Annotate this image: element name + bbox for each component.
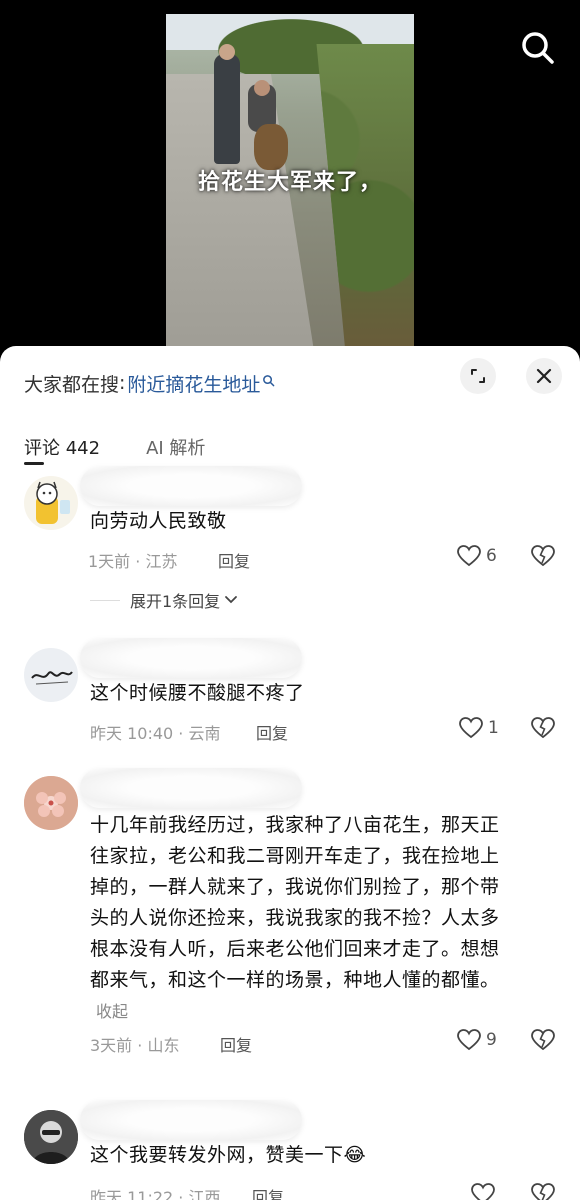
video-caption: 拾花生大军来了， <box>197 170 382 195</box>
trending-search-label: 大家都在搜 <box>24 373 120 396</box>
comment-text: 这个我要转发外网，赞美一下😂 <box>90 1140 560 1171</box>
comment-meta: 1天前 · 江苏 <box>88 552 178 571</box>
broken-heart-icon <box>531 717 555 739</box>
heart-icon <box>459 717 483 739</box>
comment-text-line: 往家拉，老公和我二哥刚开车走了，我在捡地上 <box>90 845 500 867</box>
trending-search-term[interactable]: 附近摘花生地址 <box>127 370 260 397</box>
video-frame[interactable]: 拾花生大军来了， <box>166 14 414 350</box>
comment-text-line: 头的人说你还捡来，我说我家的我不捡？人太多 <box>90 907 500 929</box>
comment-text: 向劳动人民致敬 <box>90 510 227 532</box>
comment-sheet: 大家都在搜 : 附近摘花生地址 评论 442 AI 解析 向劳动人民致敬 1天前… <box>0 346 580 1200</box>
comment-item: 十几年前我经历过，我家种了八亩花生，那天正 往家拉，老公和我二哥刚开车走了，我在… <box>0 768 580 1074</box>
like-button[interactable]: 6 <box>456 544 497 568</box>
comment-text-line: 掉的，一群人就来了，我说你们别捡了，那个带 <box>90 876 500 898</box>
heart-icon <box>457 545 481 567</box>
comment-meta: 昨天 11:22 · 江西 <box>90 1188 221 1200</box>
username-blurred[interactable] <box>80 768 302 808</box>
video-person <box>214 54 240 164</box>
like-count: 1 <box>488 718 499 738</box>
reply-button[interactable]: 回复 <box>256 720 288 744</box>
person-avatar-icon <box>24 1110 78 1164</box>
comment-text-line: 十几年前我经历过，我家种了八亩花生，那天正 <box>90 814 500 836</box>
expand-icon <box>471 369 485 383</box>
like-button[interactable] <box>470 1182 496 1200</box>
tab-comments[interactable]: 评论 442 <box>24 434 100 460</box>
expand-replies-label: 展开1条回复 <box>130 592 221 611</box>
dislike-button[interactable] <box>530 544 556 572</box>
avatar[interactable] <box>24 648 78 702</box>
reply-button[interactable]: 回复 <box>252 1184 284 1200</box>
like-button[interactable]: 1 <box>458 716 499 740</box>
comment-meta: 3天前 · 山东 <box>90 1036 180 1055</box>
comment-item: 这个时候腰不酸腿不疼了 昨天 10:40 · 云南 回复 1 <box>0 638 580 754</box>
tab-ai-analysis[interactable]: AI 解析 <box>146 434 205 460</box>
username-blurred[interactable] <box>80 466 302 506</box>
like-count: 6 <box>486 546 497 566</box>
comment-text-line: 都来气，和这个一样的场景，种地人懂的都懂。 <box>90 969 500 991</box>
dislike-button[interactable] <box>530 716 556 744</box>
heart-icon <box>471 1183 495 1200</box>
search-icon <box>263 374 275 386</box>
avatar[interactable] <box>24 776 78 830</box>
dislike-button[interactable] <box>530 1028 556 1056</box>
comment-text: 十几年前我经历过，我家种了八亩花生，那天正 往家拉，老公和我二哥刚开车走了，我在… <box>90 810 560 996</box>
reply-button[interactable]: 回复 <box>218 548 250 572</box>
like-count: 9 <box>486 1030 497 1050</box>
dislike-button[interactable] <box>530 1182 556 1200</box>
avatar[interactable] <box>24 1110 78 1164</box>
comment-meta: 昨天 10:40 · 云南 <box>90 724 221 743</box>
like-button[interactable]: 9 <box>456 1028 497 1052</box>
comment-tabs: 评论 442 AI 解析 <box>24 434 205 460</box>
heart-icon <box>457 1029 481 1051</box>
close-icon <box>536 368 552 384</box>
flower-avatar-icon <box>24 776 78 830</box>
fullscreen-button[interactable] <box>460 358 496 394</box>
broken-heart-icon <box>531 1183 555 1200</box>
username-blurred[interactable] <box>80 1100 302 1140</box>
collapse-button[interactable]: 收起 <box>96 998 128 1022</box>
divider <box>90 599 120 601</box>
close-button[interactable] <box>526 358 562 394</box>
active-tab-indicator <box>24 462 44 465</box>
trending-search[interactable]: 大家都在搜 : 附近摘花生地址 <box>24 368 275 398</box>
laughing-emoji: 😂 <box>343 1144 367 1166</box>
avatar[interactable] <box>24 476 78 530</box>
cartoon-avatar-icon <box>36 481 70 524</box>
chevron-down-icon <box>225 596 238 604</box>
comment-text-line: 根本没有人听，后来老公他们回来才走了。想想 <box>90 938 500 960</box>
broken-heart-icon <box>531 1029 555 1051</box>
trending-search-colon: : <box>119 372 126 394</box>
comment-item: 向劳动人民致敬 1天前 · 江苏 回复 6 展开1条回复 <box>0 466 580 622</box>
signature-avatar-icon <box>31 671 73 685</box>
comment-text: 这个时候腰不酸腿不疼了 <box>90 682 305 704</box>
username-blurred[interactable] <box>80 638 302 678</box>
video-person-head <box>254 80 270 96</box>
reply-button[interactable]: 回复 <box>220 1032 252 1056</box>
expand-replies-button[interactable]: 展开1条回复 <box>90 588 238 612</box>
video-person-head <box>219 44 235 60</box>
search-button[interactable] <box>516 26 560 70</box>
broken-heart-icon <box>531 545 555 567</box>
search-icon <box>522 32 554 64</box>
video-player[interactable]: 拾花生大军来了， <box>0 0 580 360</box>
video-road <box>166 74 316 350</box>
comment-item: 这个我要转发外网，赞美一下😂 昨天 11:22 · 江西 回复 <box>0 1100 580 1200</box>
comment-text-body: 这个我要转发外网，赞美一下 <box>90 1144 344 1166</box>
